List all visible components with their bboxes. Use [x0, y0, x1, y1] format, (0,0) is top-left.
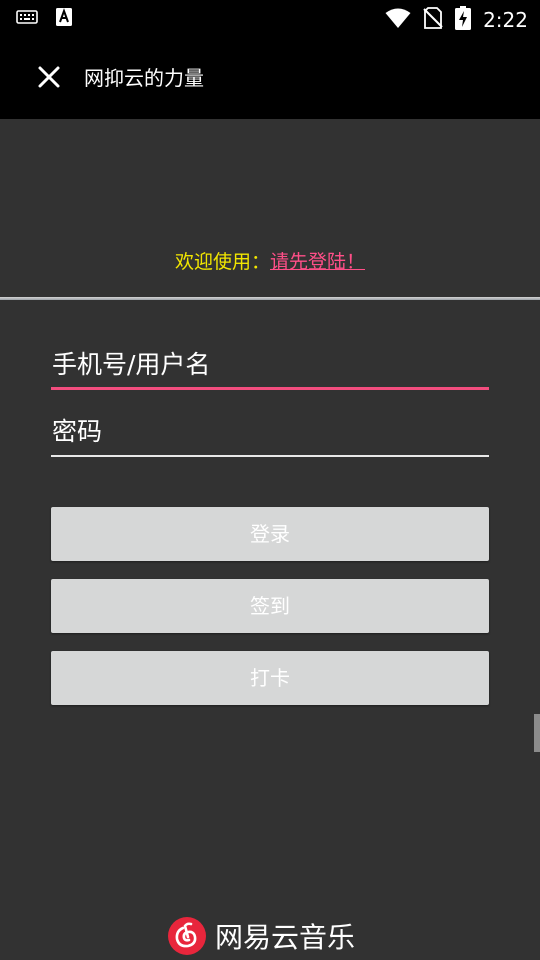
username-input[interactable]: 手机号/用户名 [51, 347, 489, 390]
divider [0, 297, 540, 300]
brand-footer: 网易云音乐 [167, 916, 355, 960]
netease-music-logo-icon [167, 916, 207, 960]
login-prompt-link[interactable]: 请先登陆！ [270, 251, 365, 273]
brand-name: 网易云音乐 [215, 921, 356, 954]
keyboard-icon [16, 9, 38, 29]
page-title: 网抑云的力量 [84, 66, 204, 90]
wifi-icon [385, 7, 411, 33]
welcome-message: 欢迎使用：请先登陆！ [0, 248, 540, 276]
login-button[interactable]: 登录 [51, 507, 489, 561]
battery-charging-icon [455, 6, 472, 34]
status-time: 2:22 [483, 8, 528, 32]
status-left-icons [16, 8, 72, 30]
checkin-button[interactable]: 签到 [51, 579, 489, 633]
status-right-icons: 2:22 [385, 6, 528, 34]
punch-button[interactable]: 打卡 [51, 651, 489, 705]
app-bar: 网抑云的力量 [0, 36, 540, 119]
close-icon [36, 64, 62, 94]
a-notification-icon [56, 8, 72, 30]
close-button[interactable] [26, 56, 72, 102]
scrollbar-thumb[interactable] [534, 714, 540, 752]
password-input[interactable]: 密码 [51, 414, 489, 457]
no-sim-icon [423, 7, 443, 33]
welcome-label: 欢迎使用： [174, 251, 270, 273]
status-bar: 2:22 [0, 0, 540, 36]
